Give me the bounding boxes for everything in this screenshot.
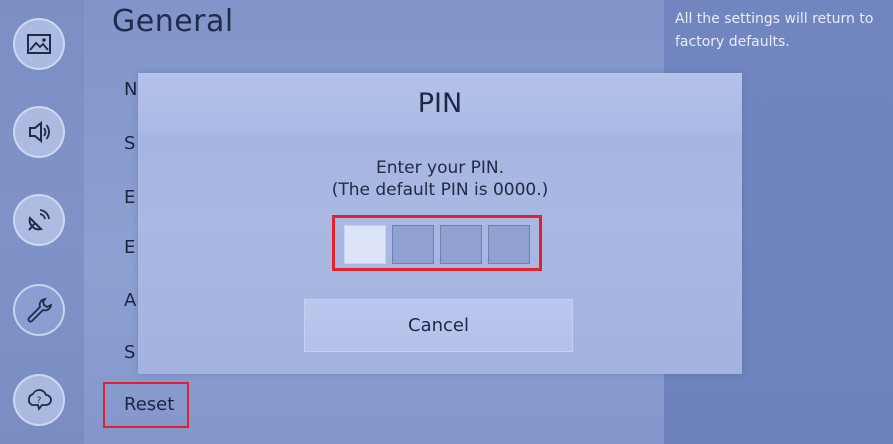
menu-item-2[interactable]: S (124, 133, 135, 154)
pin-digit-4[interactable] (488, 225, 530, 264)
menu-item-reset[interactable]: Reset (124, 394, 174, 415)
svg-text:?: ? (37, 396, 42, 406)
cancel-button[interactable]: Cancel (304, 299, 573, 352)
settings-sidebar: ? (0, 0, 84, 444)
help-text: All the settings will return to factory … (675, 11, 874, 50)
general-icon (27, 297, 53, 323)
menu-item-4[interactable]: E (124, 237, 135, 258)
broadcasting-icon (28, 209, 50, 231)
support-icon: ? (27, 389, 52, 412)
menu-item-3[interactable]: E (124, 187, 135, 208)
pin-default-hint: (The default PIN is 0000.) (331, 180, 549, 200)
pin-digit-3[interactable] (440, 225, 482, 264)
page-title: General (112, 4, 234, 39)
picture-icon (27, 34, 51, 54)
pin-prompt: Enter your PIN. (375, 158, 505, 178)
general-menu-button[interactable] (13, 284, 65, 336)
dialog-header: PIN (138, 74, 742, 134)
sound-icon (29, 120, 50, 144)
dialog-title: PIN (417, 88, 463, 119)
picture-menu-button[interactable] (13, 18, 65, 70)
menu-item-5[interactable]: A (124, 290, 136, 311)
pin-dialog: PIN Enter your PIN. (The default PIN is … (138, 73, 742, 374)
broadcasting-menu-button[interactable] (13, 194, 65, 246)
pin-digit-1[interactable] (344, 225, 386, 264)
menu-item-6[interactable]: S (124, 342, 135, 363)
sound-menu-button[interactable] (13, 106, 65, 158)
menu-item-1[interactable]: N (124, 79, 137, 100)
support-menu-button[interactable]: ? (13, 374, 65, 426)
pin-digit-2[interactable] (392, 225, 434, 264)
